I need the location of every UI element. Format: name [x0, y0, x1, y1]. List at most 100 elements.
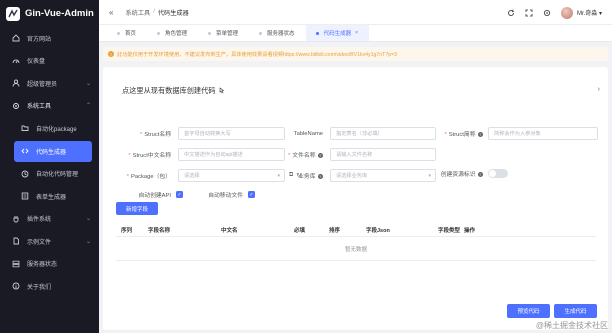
table-name-input[interactable]: 指定表名（非必填） [330, 127, 436, 140]
tab-label: 菜单管理 [216, 31, 239, 37]
generate-code-button[interactable]: 生成代码 [554, 304, 597, 318]
business-db-select[interactable]: 请选择业务库 ▾ [330, 169, 436, 182]
preview-code-button[interactable]: 预览代码 [507, 304, 550, 318]
sidebar-item-label: 示例文件 [27, 239, 52, 246]
code-icon [20, 147, 29, 156]
close-icon[interactable]: × [355, 30, 358, 36]
settings-icon[interactable] [543, 9, 551, 17]
history-tab[interactable]: 角色管理 [147, 25, 198, 41]
form-icon [20, 192, 29, 201]
warning-alert: ! 此功能仅用于开发环境使用，不建议发布到生产，具体使用效果请看视频https:… [103, 47, 608, 61]
sidebar-item[interactable]: 自动化package [0, 117, 99, 140]
sidebar-item[interactable]: 超级管理员 ⌄ [0, 72, 99, 95]
history-tab[interactable]: 菜单管理 [198, 25, 249, 41]
sidebar-item-label: 超级管理员 [27, 81, 58, 88]
avatar[interactable] [560, 6, 573, 19]
sidebar-item[interactable]: 插件系统 ⌄ [0, 208, 99, 231]
main-content: ! 此功能仅用于开发环境使用，不建议发布到生产，具体使用效果请看视频https:… [103, 47, 608, 330]
chevron-down-icon: ▾ [598, 11, 602, 17]
auto-create-api-row: 自动创建API ✓ [117, 190, 183, 199]
app-logo[interactable]: Gin-Vue-Admin [0, 0, 99, 27]
help-icon: ? [477, 131, 483, 138]
package-label: * Package（包） [126, 174, 171, 180]
column-header: 字段类型 [438, 227, 461, 234]
user-menu[interactable]: Mr.奇淼 ▾ [577, 8, 602, 17]
chevron-down-icon: ▾ [428, 173, 431, 179]
sidebar-item-label: 官方网站 [27, 36, 52, 43]
sidebar-item[interactable]: 表单生成器 [0, 185, 99, 208]
sidebar-item[interactable]: 关于我们 [0, 275, 99, 298]
sidebar-item-label: 代码生成器 [36, 149, 67, 156]
history-tab[interactable]: 服务器状态 [249, 25, 306, 41]
sidebar-item-label: 自动化代码管理 [36, 172, 79, 179]
help-icon: ? [477, 171, 483, 178]
warning-text: 此功能仅用于开发环境使用，不建议发布到生产，具体使用效果请看视频https://… [117, 51, 398, 58]
business-db-row: 业务库? 请选择业务库 ▾ [283, 169, 436, 182]
chevron-down-icon: ⌄ [85, 238, 91, 245]
sidebar-item-label: 自动化package [36, 126, 77, 133]
server-icon [11, 259, 20, 268]
import-from-db-toggle[interactable]: 点这里从现有数据库创建代码 [122, 86, 225, 96]
user-icon [11, 79, 20, 88]
refresh-icon[interactable] [507, 9, 515, 17]
sidebar-item[interactable]: 系统工具 ⌃ [0, 95, 99, 118]
history-tab[interactable]: 首页 [107, 25, 147, 41]
fullscreen-icon[interactable] [525, 9, 533, 17]
struct-cn-row: * Struct中文名称 中文描述作为自动api描述 [117, 148, 285, 161]
sidebar-item[interactable]: 服务器状态 [0, 253, 99, 276]
file-name-input[interactable]: 请输入文件名称 [330, 148, 436, 161]
tab-label: 首页 [125, 31, 137, 37]
sidebar-item-label: 仪表盘 [27, 59, 46, 66]
column-header: 序列 [121, 227, 133, 234]
struct-abbr-input[interactable]: 简称会作为入参对象 [488, 127, 598, 140]
collapse-sidebar-icon[interactable]: « [109, 8, 113, 17]
table-name-label: TableName [293, 130, 323, 137]
history-tabs: 首页 角色管理 菜单管理 服务器状态 代码生成器 × [99, 25, 612, 42]
tab-label: 代码生成器 [323, 31, 352, 37]
plugin-icon [11, 214, 20, 223]
column-header: 中文名 [221, 227, 238, 234]
history-icon [20, 169, 29, 178]
table-empty: 暂无数据 [116, 237, 596, 261]
sidebar-item-label: 服务器状态 [27, 262, 58, 269]
watermark: @稀土掘金技术社区 [535, 321, 608, 330]
struct-abbr-label: * Struct简称? [444, 131, 483, 138]
struct-cn-label: * Struct中文名称 [128, 153, 171, 159]
chevron-right-icon[interactable]: › [598, 86, 600, 93]
auto-create-resource-switch[interactable] [488, 169, 508, 178]
sidebar-item[interactable]: 代码生成器 [14, 140, 92, 162]
folder-icon [20, 124, 29, 133]
struct-cn-input[interactable]: 中文描述作为自动api描述 [178, 148, 285, 161]
auto-create-api-checkbox[interactable]: ✓ [176, 191, 183, 198]
info-icon [11, 282, 20, 291]
column-header: 字段Json [366, 227, 390, 234]
tab-label: 服务器状态 [267, 31, 295, 37]
sidebar-item[interactable]: 仪表盘 [0, 50, 99, 73]
history-tab[interactable]: 代码生成器 × [305, 25, 369, 41]
topbar: « 系统工具 / 代码生成器 Mr.奇淼 ▾ [99, 0, 612, 25]
package-select[interactable]: 请选择 ▾ [178, 169, 285, 182]
sidebar: Gin-Vue-Admin 官方网站仪表盘超级管理员 ⌄ 系统工具 ⌃ 自动化packa… [0, 0, 99, 333]
package-row: * Package（包） 请选择 ▾ ⧉ ↻ [117, 169, 301, 182]
auto-create-resource-row: 创建资源标识? [433, 169, 508, 178]
chevron-down-icon: ⌄ [85, 80, 91, 87]
struct-name-input[interactable]: 首字母自动转换大写 [178, 127, 285, 140]
sidebar-menu: 官方网站仪表盘超级管理员 ⌄ 系统工具 ⌃ 自动化package 代码生成器自动化代码管理… [0, 27, 99, 298]
sidebar-item[interactable]: 自动化代码管理 [0, 163, 99, 186]
column-header: 字段名称 [148, 227, 171, 234]
home-icon [11, 34, 20, 43]
auto-create-api-label: 自动创建API [138, 193, 171, 199]
help-icon: ? [317, 173, 323, 180]
auto-move-file-checkbox[interactable]: ✓ [248, 191, 255, 198]
sidebar-item-label: 关于我们 [27, 284, 52, 291]
dashboard-icon [11, 56, 20, 65]
fields-table-header: 序列 字段名称 中文名 必填 排序 字段Json 字段类型 操作 [116, 223, 596, 237]
auto-create-resource-label: 创建资源标识? [440, 171, 483, 178]
breadcrumb-item[interactable]: 系统工具 [125, 8, 150, 17]
breadcrumb-current: 代码生成器 [157, 9, 189, 17]
sidebar-item-label: 插件系统 [27, 217, 52, 224]
sidebar-item[interactable]: 示例文件 ⌄ [0, 230, 99, 253]
struct-abbr-row: * Struct简称? 简称会作为入参对象 [433, 127, 598, 140]
new-field-button[interactable]: 新增字段 [116, 202, 158, 215]
sidebar-item[interactable]: 官方网站 [0, 27, 99, 50]
